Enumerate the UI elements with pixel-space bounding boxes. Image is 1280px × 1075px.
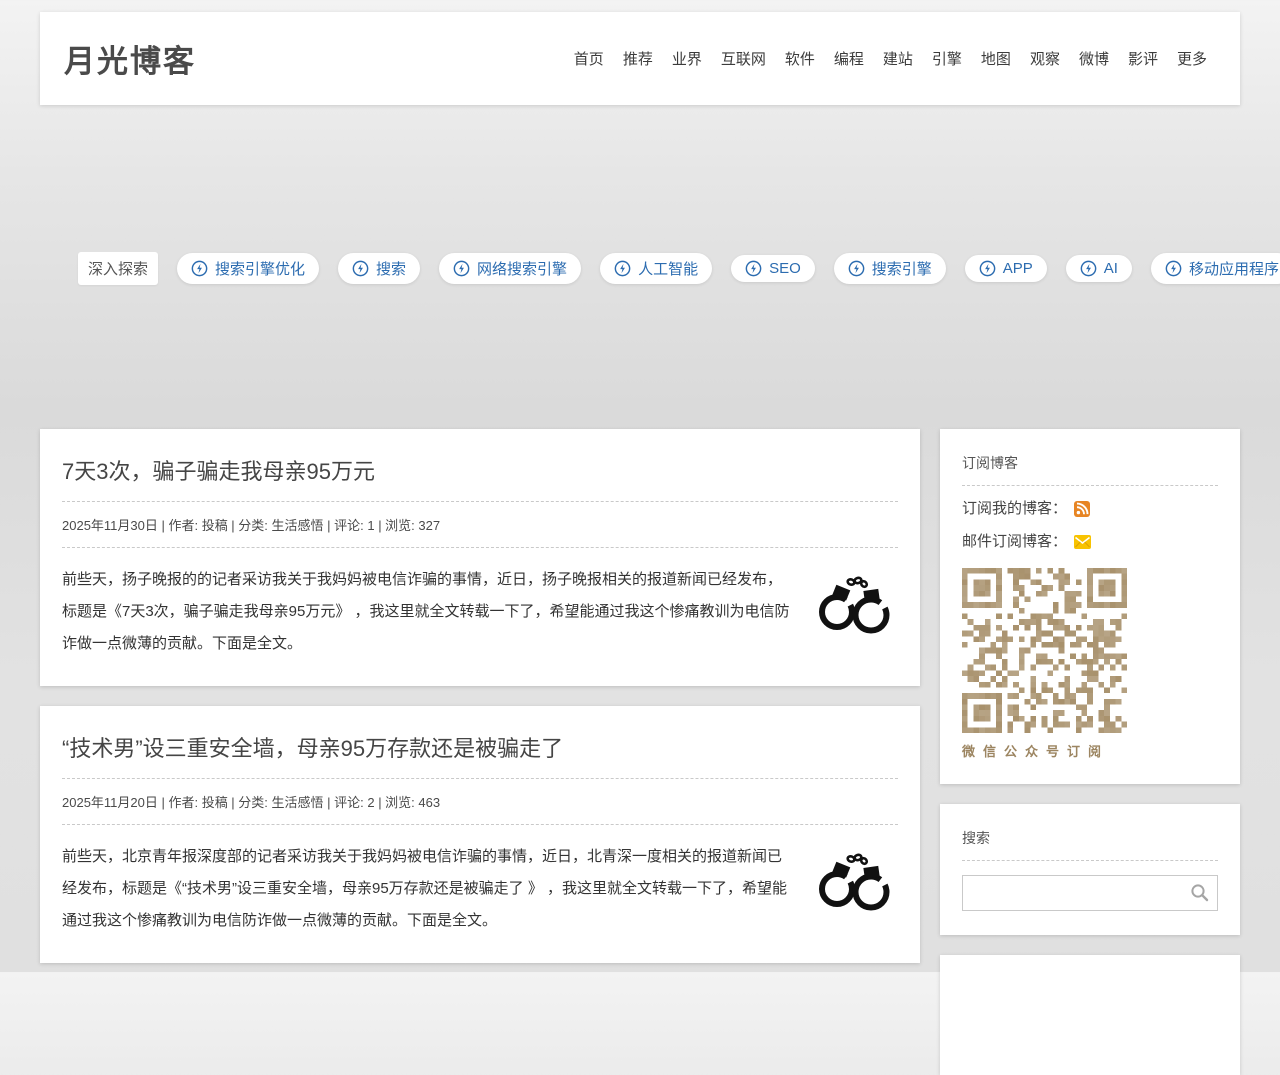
handcuffs-image: [816, 849, 892, 916]
nav-item-weibo[interactable]: 微博: [1079, 48, 1109, 69]
tag-label: AI: [1104, 260, 1118, 277]
nav-item-industry[interactable]: 业界: [672, 48, 702, 69]
mail-icon[interactable]: [1074, 535, 1091, 549]
nav-item-sitebuilding[interactable]: 建站: [883, 48, 913, 69]
search-input[interactable]: [962, 875, 1218, 911]
tag-label: APP: [1003, 260, 1033, 277]
sidebar-widget-stub: [940, 955, 1240, 1075]
explore-row: 深入探索 搜索引擎优化 搜索 网络搜索引擎 人工智能 SEO 搜索引擎 APP: [40, 252, 1240, 285]
bolt-circle-icon: [1080, 260, 1097, 277]
widget-heading: 搜索: [962, 828, 1218, 848]
widget-heading: 订阅博客: [962, 453, 1218, 473]
nav-item-observe[interactable]: 观察: [1030, 48, 1060, 69]
main-nav: 首页 推荐 业界 互联网 软件 编程 建站 引擎 地图 观察 微博 影评 更多: [555, 48, 1207, 69]
nav-item-programming[interactable]: 编程: [834, 48, 864, 69]
bolt-circle-icon: [745, 260, 762, 277]
nav-item-engine[interactable]: 引擎: [932, 48, 962, 69]
tag-label: 移动应用程序: [1189, 258, 1279, 279]
bolt-circle-icon: [453, 260, 470, 277]
wechat-qr-code: [962, 568, 1127, 733]
tag-pill-seo[interactable]: SEO: [731, 255, 815, 282]
tag-label: 搜索: [376, 258, 406, 279]
nav-item-internet[interactable]: 互联网: [721, 48, 766, 69]
mail-subscribe-label: 邮件订阅博客：: [962, 525, 1067, 558]
tag-label: SEO: [769, 260, 801, 277]
divider: [62, 824, 898, 825]
nav-item-map[interactable]: 地图: [981, 48, 1011, 69]
rss-subscribe-label: 订阅我的博客：: [962, 492, 1067, 525]
nav-item-home[interactable]: 首页: [574, 48, 604, 69]
page: 月光博客 首页 推荐 业界 互联网 软件 编程 建站 引擎 地图 观察 微博 影…: [40, 12, 1240, 1075]
nav-item-recommend[interactable]: 推荐: [623, 48, 653, 69]
article-meta: 2025年11月20日 | 作者: 投稿 | 分类: 生活感悟 | 评论: 2 …: [62, 779, 898, 824]
bolt-circle-icon: [1165, 260, 1182, 277]
rss-icon[interactable]: [1074, 501, 1090, 517]
bolt-circle-icon: [614, 260, 631, 277]
subscribe-widget: 订阅博客 订阅我的博客： 邮件订阅博客：: [940, 429, 1240, 784]
article-excerpt: 前些天，扬子晚报的的记者采访我关于我妈妈被电信诈骗的事情，近日，扬子晚报相关的报…: [62, 564, 898, 660]
sidebar: 订阅博客 订阅我的博客： 邮件订阅博客：: [940, 429, 1240, 1075]
nav-item-software[interactable]: 软件: [785, 48, 815, 69]
tag-pill-search-engine[interactable]: 搜索引擎: [834, 253, 946, 284]
tag-label: 搜索引擎: [872, 258, 932, 279]
content-area: 7天3次，骗子骗走我母亲95万元 2025年11月30日 | 作者: 投稿 | …: [40, 429, 1240, 1075]
article-title[interactable]: “技术男”设三重安全墙，母亲95万存款还是被骗走了: [62, 731, 898, 763]
divider: [62, 547, 898, 548]
tag-pill-app[interactable]: APP: [965, 255, 1047, 282]
nav-item-more[interactable]: 更多: [1177, 48, 1207, 69]
tag-pill-seo-optimization[interactable]: 搜索引擎优化: [177, 253, 319, 284]
tag-pill-search[interactable]: 搜索: [338, 253, 420, 284]
article-meta: 2025年11月30日 | 作者: 投稿 | 分类: 生活感悟 | 评论: 1 …: [62, 502, 898, 547]
tag-pill-web-search-engine[interactable]: 网络搜索引擎: [439, 253, 581, 284]
tag-label: 网络搜索引擎: [477, 258, 567, 279]
article-list: 7天3次，骗子骗走我母亲95万元 2025年11月30日 | 作者: 投稿 | …: [40, 429, 920, 963]
handcuffs-image: [816, 572, 892, 639]
bolt-circle-icon: [848, 260, 865, 277]
tag-label: 人工智能: [638, 258, 698, 279]
site-logo[interactable]: 月光博客: [64, 36, 196, 81]
nav-item-review[interactable]: 影评: [1128, 48, 1158, 69]
search-icon[interactable]: [1190, 883, 1209, 907]
article-title[interactable]: 7天3次，骗子骗走我母亲95万元: [62, 454, 898, 486]
bolt-circle-icon: [979, 260, 996, 277]
bolt-circle-icon: [352, 260, 369, 277]
tag-pill-ai-chinese[interactable]: 人工智能: [600, 253, 712, 284]
article-card: 7天3次，骗子骗走我母亲95万元 2025年11月30日 | 作者: 投稿 | …: [40, 429, 920, 686]
divider: [962, 485, 1218, 486]
search-widget: 搜索: [940, 804, 1240, 935]
tag-label: 搜索引擎优化: [215, 258, 305, 279]
divider: [962, 860, 1218, 861]
explore-label: 深入探索: [78, 252, 158, 285]
article-excerpt: 前些天，北京青年报深度部的记者采访我关于我妈妈被电信诈骗的事情，近日，北青深一度…: [62, 841, 898, 937]
tag-pill-ai[interactable]: AI: [1066, 255, 1132, 282]
site-header: 月光博客 首页 推荐 业界 互联网 软件 编程 建站 引擎 地图 观察 微博 影…: [40, 12, 1240, 105]
tag-pill-mobile-app[interactable]: 移动应用程序: [1151, 253, 1280, 284]
qr-caption: 微信公众号订阅: [962, 741, 1218, 760]
bolt-circle-icon: [191, 260, 208, 277]
article-card: “技术男”设三重安全墙，母亲95万存款还是被骗走了 2025年11月20日 | …: [40, 706, 920, 963]
